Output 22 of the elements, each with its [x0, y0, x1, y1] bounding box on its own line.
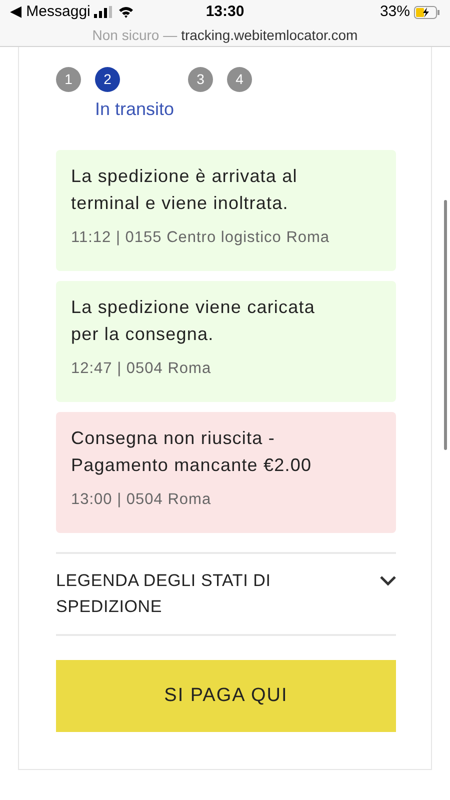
clock-text: 13:30: [206, 2, 244, 20]
legend-title[interactable]: LEGENDA DEGLI STATI DI SPEDIZIONE: [56, 568, 326, 620]
event-detail: 13:00 | 0504 Roma: [71, 490, 212, 510]
event-detail: 11:12 | 0155 Centro logistico Roma: [71, 228, 331, 248]
battery-percentage: 33%: [380, 2, 410, 22]
url-text[interactable]: tracking.webitemlocator.com: [181, 24, 358, 46]
pay-button[interactable]: SI PAGA QUI: [56, 660, 396, 732]
wifi-icon: [118, 6, 134, 18]
battery-charging-icon: [414, 6, 440, 18]
step-indicator: 2: [95, 67, 120, 92]
security-label: Non sicuro —: [92, 26, 178, 44]
chevron-down-icon[interactable]: [380, 576, 396, 586]
step-indicator: 3: [188, 67, 214, 92]
event-message: Consegna non riuscita - Pagamento mancante €2.00: [71, 427, 313, 477]
event-detail: 12:47 | 0504 Roma: [71, 359, 212, 379]
step-label: In transito: [95, 98, 174, 121]
signal-icon: [94, 6, 114, 18]
event-message: La spedizione viene caricata per la consegna.: [71, 296, 316, 346]
step-indicator: 4: [227, 67, 252, 92]
step-indicator: 1: [56, 67, 81, 92]
event-message: La spedizione è arrivata al terminal e viene inoltrata.: [71, 165, 298, 215]
back-link[interactable]: ◀ Messaggi: [10, 0, 90, 24]
